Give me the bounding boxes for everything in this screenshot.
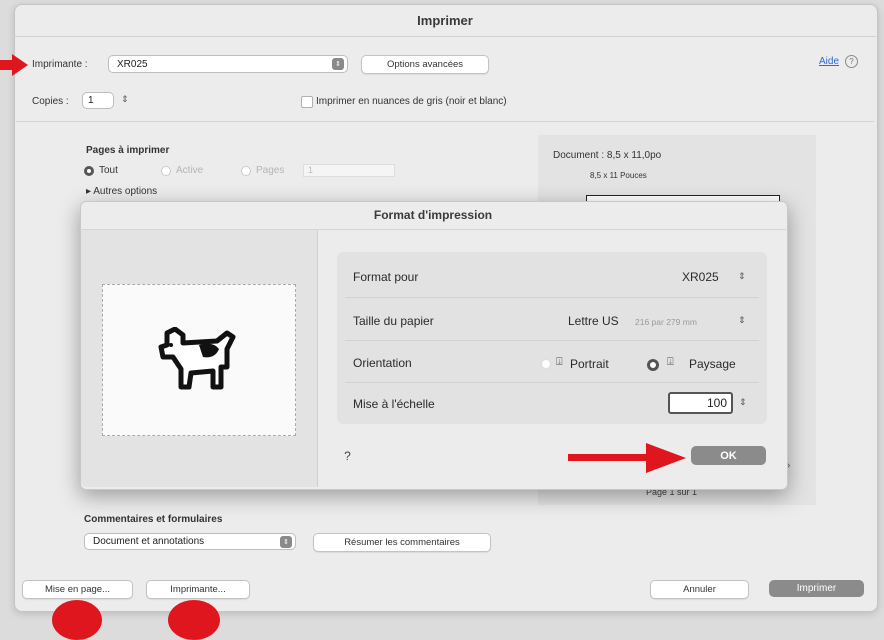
format-for-label: Format pour: [353, 270, 419, 284]
orientation-label: Orientation: [353, 356, 412, 370]
portrait-icon: ⍗: [556, 356, 563, 368]
divider: [345, 340, 759, 341]
pages-all-radio[interactable]: [84, 166, 94, 176]
scale-stepper-icon[interactable]: ⇕: [739, 397, 747, 408]
portrait-label: Portrait: [570, 357, 609, 371]
scale-input[interactable]: 100: [668, 392, 733, 414]
ok-button[interactable]: OK: [691, 446, 766, 465]
pages-active-label: Active: [176, 165, 204, 176]
printer-label: Imprimante :: [32, 59, 88, 70]
annotation-arrow-ok: [568, 443, 686, 473]
select-arrows-icon: ⇕: [280, 536, 292, 548]
copies-stepper-icon[interactable]: ⇕: [121, 94, 129, 105]
copies-value: 1: [88, 95, 94, 106]
page-setup-button[interactable]: Mise en page...: [22, 580, 133, 599]
format-for-stepper-icon[interactable]: ⇕: [738, 271, 746, 282]
divider: [16, 121, 874, 122]
pages-all-label: Tout: [99, 165, 118, 176]
landscape-icon: ⍗: [667, 356, 674, 368]
annotation-circle-2: [168, 600, 220, 640]
paper-size-stepper-icon[interactable]: ⇕: [738, 315, 746, 326]
copies-label: Copies :: [32, 96, 69, 107]
printer-select[interactable]: XR025 ⇕: [108, 55, 348, 73]
format-for-value[interactable]: XR025: [682, 270, 719, 284]
pages-range-input[interactable]: 1: [303, 164, 395, 177]
scale-label: Mise à l'échelle: [353, 397, 435, 411]
portrait-radio[interactable]: [541, 359, 551, 369]
cancel-button[interactable]: Annuler: [650, 580, 749, 599]
grayscale-checkbox[interactable]: [301, 96, 313, 108]
summarize-comments-button[interactable]: Résumer les commentaires: [313, 533, 491, 552]
paper-size-label: 8,5 x 11 Pouces: [590, 171, 647, 180]
copies-input[interactable]: 1: [82, 92, 114, 109]
pages-active-radio[interactable]: [161, 166, 171, 176]
page-preview: [102, 284, 296, 436]
pages-range-label: Pages: [256, 165, 285, 176]
landscape-radio[interactable]: [647, 359, 659, 371]
print-button[interactable]: Imprimer: [769, 580, 864, 597]
advanced-options-button[interactable]: Options avancées: [361, 55, 489, 74]
grayscale-label: Imprimer en nuances de gris (noir et bla…: [316, 96, 507, 107]
sheet-title: Format d'impression: [80, 201, 786, 230]
divider: [345, 382, 759, 383]
window-title: Imprimer: [14, 4, 876, 37]
comments-select-value: Document et annotations: [93, 536, 205, 547]
landscape-label: Paysage: [689, 357, 736, 371]
sheet-help-button[interactable]: ?: [340, 448, 355, 463]
comments-select[interactable]: Document et annotations ⇕: [84, 533, 296, 550]
pages-range-radio[interactable]: [241, 166, 251, 176]
more-options-label: Autres options: [93, 186, 158, 197]
printer-select-value: XR025: [117, 58, 148, 70]
annotation-circle-1: [52, 600, 102, 640]
paper-size-value[interactable]: Lettre US: [568, 314, 619, 328]
dogcow-icon: [158, 327, 236, 390]
annotation-arrow-printer: [0, 54, 28, 76]
printer-button[interactable]: Imprimante...: [146, 580, 250, 599]
paper-size-dims: 216 par 279 mm: [635, 317, 697, 327]
info-icon[interactable]: ?: [845, 55, 858, 68]
document-size-label: Document : 8,5 x 11,0po: [553, 150, 662, 161]
select-arrows-icon: ⇕: [332, 58, 344, 70]
more-options-disclosure[interactable]: ▸ Autres options: [86, 186, 157, 197]
paper-size-label: Taille du papier: [353, 314, 434, 328]
help-link[interactable]: Aide: [819, 56, 839, 67]
pages-heading: Pages à imprimer: [86, 145, 170, 156]
divider: [345, 297, 759, 298]
comments-heading: Commentaires et formulaires: [84, 514, 223, 525]
